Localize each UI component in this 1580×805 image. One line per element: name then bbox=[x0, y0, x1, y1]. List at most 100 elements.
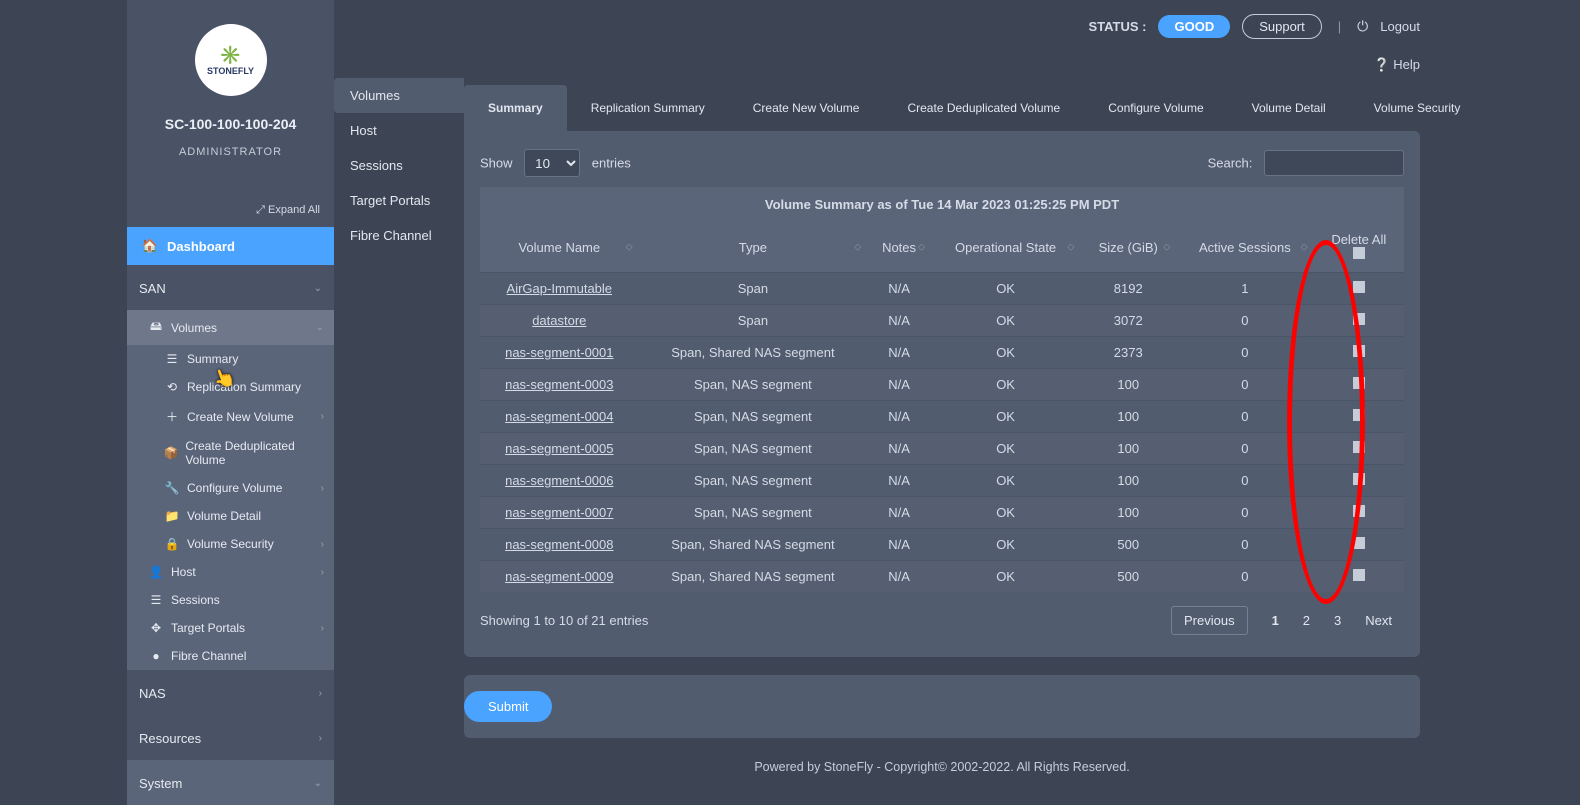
power-icon: ⏻ bbox=[1357, 18, 1368, 35]
host-id: SC-100-100-100-204 bbox=[165, 116, 297, 132]
cell-size: 500 bbox=[1080, 529, 1176, 561]
tab-summary[interactable]: Summary bbox=[464, 85, 567, 131]
nav-system-header[interactable]: System ⌄ bbox=[127, 760, 334, 805]
sort-icon: ◇ bbox=[1067, 240, 1074, 255]
volume-name-link[interactable]: nas-segment-0007 bbox=[505, 505, 613, 520]
delete-checkbox[interactable] bbox=[1353, 409, 1365, 421]
table-caption: Volume Summary as of Tue 14 Mar 2023 01:… bbox=[480, 187, 1404, 222]
cell-sessions: 0 bbox=[1176, 497, 1313, 529]
help-link[interactable]: ❔ Help bbox=[464, 53, 1420, 83]
nav-nas-header[interactable]: NAS › bbox=[127, 670, 334, 715]
submit-button[interactable]: Submit bbox=[464, 691, 552, 722]
chevron-right-icon: › bbox=[321, 567, 324, 578]
delete-checkbox[interactable] bbox=[1353, 473, 1365, 485]
nav-volumes-detail[interactable]: 📁 Volume Detail bbox=[127, 502, 334, 530]
col-notes[interactable]: Notes◇ bbox=[867, 222, 931, 273]
menu2-fibre-channel[interactable]: Fibre Channel bbox=[334, 218, 464, 253]
nav-fibre-channel[interactable]: ● Fibre Channel bbox=[127, 642, 334, 670]
col-active-sessions[interactable]: Active Sessions◇ bbox=[1176, 222, 1313, 273]
volume-name-link[interactable]: AirGap-Immutable bbox=[507, 281, 612, 296]
volume-name-link[interactable]: nas-segment-0003 bbox=[505, 377, 613, 392]
cell-state: OK bbox=[931, 561, 1080, 593]
nav-sessions[interactable]: ☰ Sessions bbox=[127, 586, 334, 614]
delete-checkbox[interactable] bbox=[1353, 505, 1365, 517]
volume-name-link[interactable]: nas-segment-0006 bbox=[505, 473, 613, 488]
col-volume-name[interactable]: Volume Name◇ bbox=[480, 222, 639, 273]
nav-volumes-replication[interactable]: ⟲ Replication Summary bbox=[127, 373, 334, 401]
page-next[interactable]: Next bbox=[1353, 607, 1404, 634]
page-1[interactable]: 1 bbox=[1260, 607, 1291, 634]
menu2-volumes[interactable]: Volumes bbox=[334, 78, 464, 113]
cell-size: 2373 bbox=[1080, 337, 1176, 369]
chevron-right-icon: › bbox=[319, 733, 322, 744]
logout-link[interactable]: Logout bbox=[1380, 19, 1420, 34]
nav-host[interactable]: 👤 Host › bbox=[127, 558, 334, 586]
delete-checkbox[interactable] bbox=[1353, 377, 1365, 389]
cell-type: Span bbox=[639, 305, 868, 337]
sort-icon: ◇ bbox=[1163, 240, 1170, 255]
delete-checkbox[interactable] bbox=[1353, 345, 1365, 357]
menu2-sessions[interactable]: Sessions bbox=[334, 148, 464, 183]
pager: Previous 1 2 3 Next bbox=[1171, 606, 1404, 635]
nav-target-portals[interactable]: ✥ Target Portals › bbox=[127, 614, 334, 642]
col-op-state[interactable]: Operational State◇ bbox=[931, 222, 1080, 273]
page-3[interactable]: 3 bbox=[1322, 607, 1353, 634]
col-delete-all[interactable]: Delete All bbox=[1314, 222, 1404, 273]
table-row: nas-segment-0006Span, NAS segmentN/AOK10… bbox=[480, 465, 1404, 497]
tab-create-dedup-volume[interactable]: Create Deduplicated Volume bbox=[883, 85, 1084, 131]
volume-name-link[interactable]: nas-segment-0004 bbox=[505, 409, 613, 424]
expand-all-link[interactable]: ⤢ Expand All bbox=[127, 166, 334, 227]
delete-checkbox[interactable] bbox=[1353, 441, 1365, 453]
nav-dashboard[interactable]: 🏠 Dashboard bbox=[127, 227, 334, 265]
nav-san-header[interactable]: SAN ⌄ bbox=[127, 265, 334, 310]
nav-volumes-configure[interactable]: 🔧 Configure Volume › bbox=[127, 474, 334, 502]
resources-label: Resources bbox=[139, 731, 201, 746]
support-button[interactable]: Support bbox=[1242, 14, 1322, 39]
main-content: STATUS : GOOD Support | ⏻ Logout ❔ Help … bbox=[464, 0, 1420, 805]
nav-volumes[interactable]: 🖴 Volumes ⌄ bbox=[127, 310, 334, 345]
volume-name-link[interactable]: nas-segment-0008 bbox=[505, 537, 613, 552]
cell-type: Span, NAS segment bbox=[639, 433, 868, 465]
chevron-right-icon: › bbox=[321, 539, 324, 550]
status-label: STATUS : bbox=[1088, 19, 1146, 34]
sidebar: ✳️ STONEFLY SC-100-100-100-204 ADMINISTR… bbox=[127, 0, 334, 805]
nav-volumes-summary[interactable]: ☰ Summary bbox=[127, 345, 334, 373]
page-size-select[interactable]: 10 bbox=[524, 149, 580, 177]
nav-volumes-create-new[interactable]: ＋ Create New Volume › bbox=[127, 401, 334, 432]
nav-volumes-create-dedup[interactable]: 📦 Create Deduplicated Volume bbox=[127, 432, 334, 474]
volume-name-link[interactable]: datastore bbox=[532, 313, 586, 328]
delete-checkbox[interactable] bbox=[1353, 281, 1365, 293]
volume-name-link[interactable]: nas-segment-0005 bbox=[505, 441, 613, 456]
dashboard-icon: 🏠 bbox=[139, 238, 161, 254]
entries-label: entries bbox=[592, 156, 631, 171]
chevron-right-icon: › bbox=[319, 688, 322, 699]
col-size[interactable]: Size (GiB)◇ bbox=[1080, 222, 1176, 273]
delete-checkbox[interactable] bbox=[1353, 537, 1365, 549]
menu2-host[interactable]: Host bbox=[334, 113, 464, 148]
sort-icon: ◇ bbox=[854, 242, 861, 253]
search-input[interactable] bbox=[1264, 150, 1404, 176]
tab-replication-summary[interactable]: Replication Summary bbox=[567, 85, 729, 131]
col-type[interactable]: Type◇ bbox=[639, 222, 868, 273]
menu2-target-portals[interactable]: Target Portals bbox=[334, 183, 464, 218]
replication-icon: ⟲ bbox=[163, 380, 181, 394]
tab-configure-volume[interactable]: Configure Volume bbox=[1084, 85, 1227, 131]
search-wrap: Search: bbox=[1208, 150, 1404, 176]
page-2[interactable]: 2 bbox=[1291, 607, 1322, 634]
status-badge-good[interactable]: GOOD bbox=[1158, 15, 1230, 38]
nav-volumes-security[interactable]: 🔒 Volume Security › bbox=[127, 530, 334, 558]
delete-checkbox[interactable] bbox=[1353, 313, 1365, 325]
tab-volume-security[interactable]: Volume Security bbox=[1350, 85, 1485, 131]
table-row: nas-segment-0007Span, NAS segmentN/AOK10… bbox=[480, 497, 1404, 529]
volume-name-link[interactable]: nas-segment-0009 bbox=[505, 569, 613, 584]
delete-all-checkbox[interactable] bbox=[1353, 247, 1365, 259]
submit-panel: Submit bbox=[464, 675, 1420, 738]
cell-sessions: 0 bbox=[1176, 561, 1313, 593]
page-previous[interactable]: Previous bbox=[1171, 606, 1248, 635]
nas-label: NAS bbox=[139, 686, 166, 701]
tab-volume-detail[interactable]: Volume Detail bbox=[1228, 85, 1350, 131]
tab-create-new-volume[interactable]: Create New Volume bbox=[729, 85, 884, 131]
nav-resources-header[interactable]: Resources › bbox=[127, 715, 334, 760]
volume-name-link[interactable]: nas-segment-0001 bbox=[505, 345, 613, 360]
delete-checkbox[interactable] bbox=[1353, 569, 1365, 581]
